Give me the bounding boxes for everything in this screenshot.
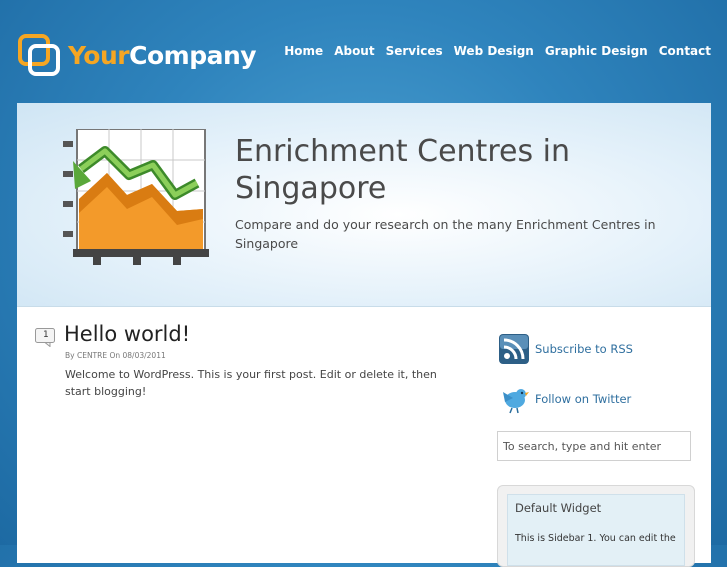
site-tagline: Compare and do your research on the many… [235,217,656,251]
site-header: YourCompany Home About Services Web Desi… [0,0,727,100]
logo-text-your: Your [68,40,130,70]
nav-home[interactable]: Home [284,44,323,58]
logo-text-company: Company [129,40,257,70]
follow-twitter-label: Follow on Twitter [535,392,632,406]
chart-icon [63,129,209,265]
post-title[interactable]: Hello world! [64,322,190,346]
logo-mark-icon [18,34,60,76]
comment-count-icon[interactable] [35,328,55,347]
site-title[interactable]: Enrichment Centres in Singapore [235,133,655,207]
post-meta: By CENTRE On 08/03/2011 [65,351,166,360]
nav-about[interactable]: About [334,44,374,58]
widget-text: This is Sidebar 1. You can edit the [515,533,676,544]
twitter-bird-icon [503,389,529,414]
hero-banner: Enrichment Centres in Singapore Compare … [17,103,711,307]
logo-text: YourCompany [68,40,257,70]
rss-icon [499,334,529,364]
nav-graphic-design[interactable]: Graphic Design [545,44,648,58]
nav-services[interactable]: Services [386,44,443,58]
content-panel: Enrichment Centres in Singapore Compare … [17,103,711,567]
widget-body: Default Widget This is Sidebar 1. You ca… [507,494,685,566]
main-nav: Home About Services Web Design Graphic D… [284,44,711,58]
subscribe-rss-label: Subscribe to RSS [535,342,633,356]
site-logo[interactable]: YourCompany [18,34,257,76]
nav-contact[interactable]: Contact [659,44,711,58]
search-input[interactable] [497,431,691,461]
widget-title: Default Widget [515,501,602,515]
follow-twitter-link[interactable]: Follow on Twitter [499,384,631,414]
nav-web-design[interactable]: Web Design [454,44,534,58]
post-body: Welcome to WordPress. This is your first… [65,368,437,398]
default-widget: Default Widget This is Sidebar 1. You ca… [497,485,695,567]
subscribe-rss-link[interactable]: Subscribe to RSS [499,334,633,364]
